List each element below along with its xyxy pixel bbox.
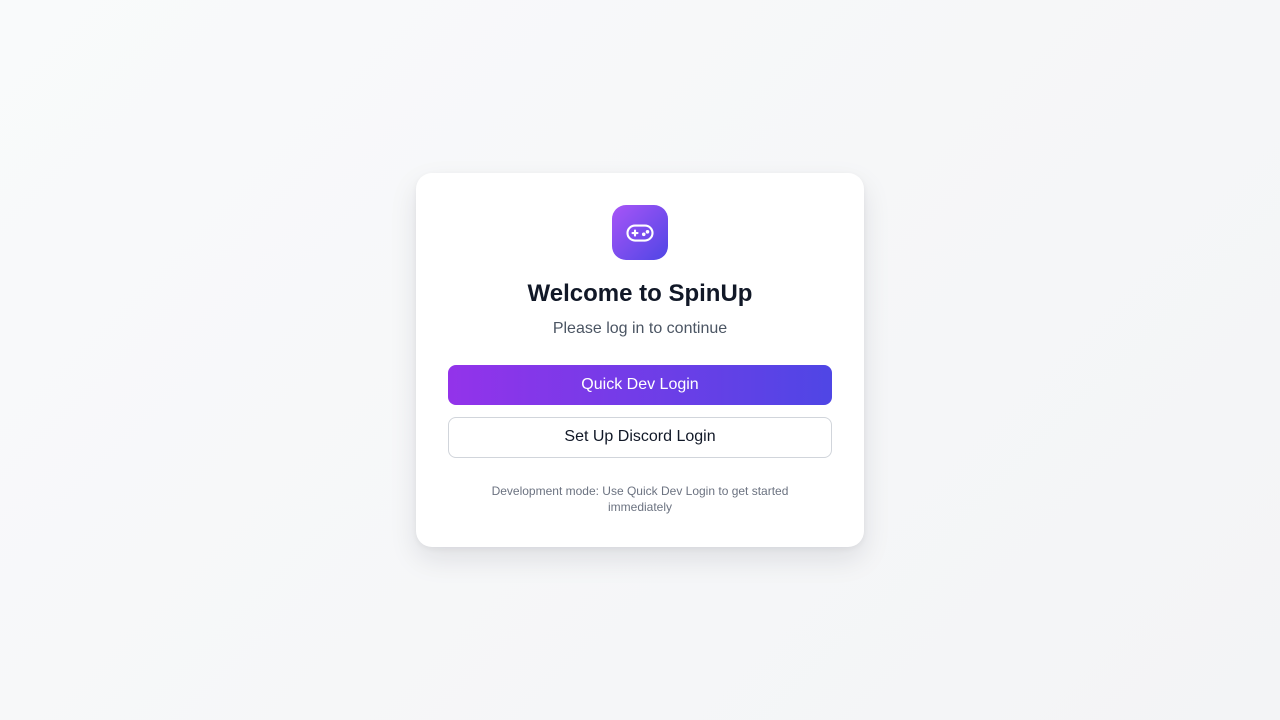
discord-login-button[interactable]: Set Up Discord Login: [448, 416, 832, 458]
gamepad-icon: [626, 224, 654, 242]
dev-mode-note: Development mode: Use Quick Dev Login to…: [491, 484, 789, 514]
quick-dev-login-button[interactable]: Quick Dev Login: [448, 365, 832, 405]
login-card: Welcome to SpinUp Please log in to conti…: [416, 173, 864, 547]
page-subtitle: Please log in to continue: [552, 320, 728, 338]
app-logo: [612, 205, 668, 261]
page-title: Welcome to SpinUp: [527, 280, 753, 308]
